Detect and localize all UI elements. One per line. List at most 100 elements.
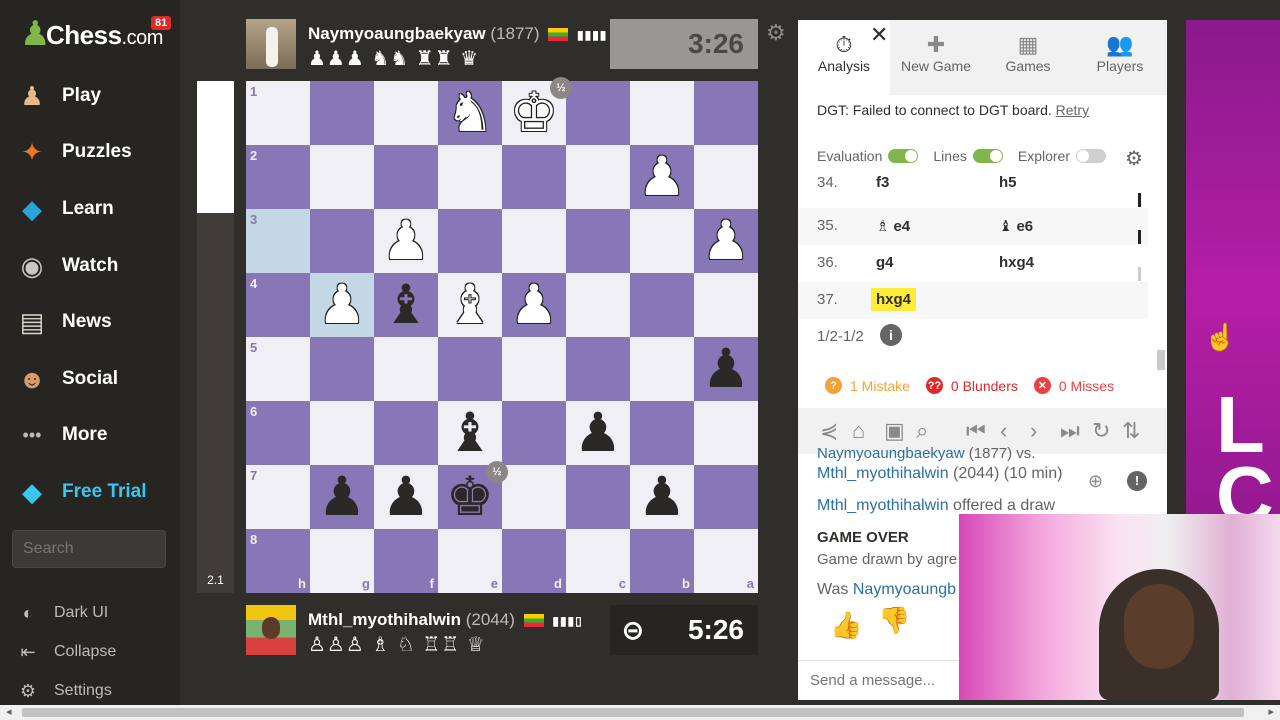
scroll-left-arrow-icon[interactable]: ◂ — [6, 705, 12, 720]
square-c2[interactable] — [566, 145, 630, 209]
share-icon[interactable]: ⋞ — [820, 418, 838, 444]
search-input[interactable] — [12, 530, 166, 568]
sidebar-item-more[interactable]: ••• More — [16, 415, 176, 455]
square-e5[interactable] — [438, 337, 502, 401]
square-g3[interactable] — [310, 209, 374, 273]
square-c5[interactable] — [566, 337, 630, 401]
square-d3[interactable] — [502, 209, 566, 273]
white-knight-piece[interactable]: ♞ — [446, 81, 494, 145]
tab-players[interactable]: 👥 Players — [1074, 20, 1166, 95]
browser-horizontal-scrollbar[interactable]: ◂ ▸ — [0, 705, 1280, 720]
tab-new-game[interactable]: ✚ New Game — [890, 20, 982, 95]
bottom-player-avatar[interactable] — [246, 605, 296, 655]
square-b4[interactable] — [630, 273, 694, 337]
notification-badge[interactable]: 81 — [151, 16, 172, 30]
sidebar-item-learn[interactable]: ◆ Learn — [16, 189, 176, 229]
report-alert-icon[interactable]: ! — [1127, 471, 1147, 491]
sidebar-item-free-trial[interactable]: ◆ Free Trial — [16, 472, 176, 512]
square-f8[interactable]: f — [374, 529, 438, 593]
white-move[interactable]: g4 — [876, 254, 894, 271]
chess-com-logo[interactable]: ♟ Chess.com 81 — [20, 14, 172, 54]
sidebar-item-news[interactable]: ▤ News — [16, 302, 176, 342]
result-info-icon[interactable]: i — [880, 324, 902, 346]
square-a4[interactable] — [694, 273, 758, 337]
add-friend-icon[interactable]: ⊕ — [1088, 471, 1103, 492]
square-f5[interactable] — [374, 337, 438, 401]
last-move-icon[interactable]: ⏭ — [1060, 418, 1080, 444]
square-h7[interactable]: 7 — [246, 465, 310, 529]
square-g7[interactable]: ♟ — [310, 465, 374, 529]
white-pawn-piece[interactable]: ♟ — [638, 145, 686, 209]
image-export-icon[interactable]: ▣ — [884, 418, 905, 444]
white-pawn-piece[interactable]: ♟ — [702, 209, 750, 273]
square-c4[interactable] — [566, 273, 630, 337]
square-e2[interactable] — [438, 145, 502, 209]
square-g2[interactable] — [310, 145, 374, 209]
square-h2[interactable]: 2 — [246, 145, 310, 209]
square-f7[interactable]: ♟ — [374, 465, 438, 529]
close-analysis-icon[interactable]: ✕ — [870, 22, 888, 48]
sidebar-item-puzzles[interactable]: ✦ Puzzles — [16, 132, 176, 172]
previous-move-icon[interactable]: ‹ — [1000, 418, 1007, 444]
square-e7[interactable]: ♚ ½ — [438, 461, 508, 529]
square-b8[interactable]: b — [630, 529, 694, 593]
white-pawn-piece[interactable]: ♟ — [510, 273, 558, 337]
square-d7[interactable] — [502, 465, 566, 529]
first-move-icon[interactable]: ⏮ — [966, 418, 986, 444]
square-h5[interactable]: 5 — [246, 337, 310, 401]
square-d4[interactable]: ♟ — [502, 273, 566, 337]
replay-icon[interactable]: ↻ — [1092, 418, 1110, 444]
square-a6[interactable] — [694, 401, 758, 465]
analyze-magnifier-icon[interactable]: ⌕ — [916, 418, 928, 444]
square-a3[interactable]: ♟ — [694, 209, 758, 273]
square-c1[interactable] — [566, 81, 630, 145]
square-a5[interactable]: ♟ — [694, 337, 758, 401]
square-d6[interactable] — [502, 401, 566, 465]
black-move[interactable]: h5 — [999, 174, 1017, 191]
top-player-avatar[interactable] — [246, 19, 296, 69]
black-pawn-piece[interactable]: ♟ — [702, 337, 750, 401]
square-g6[interactable] — [310, 401, 374, 465]
chess-board[interactable]: 1 ♞ ♚ ½ 2 ♟ 3 ♟ ♟ 4 ♟ ♝ ♝ ♟ 5 ♟ 6 ♝ ♟ 7 ♟ ♟ ♚ ½ ♟ 8 h g f e d c b a — [246, 77, 758, 593]
square-a8[interactable]: a — [694, 529, 758, 593]
museum-icon[interactable]: ⌂ — [852, 418, 865, 444]
square-f2[interactable] — [374, 145, 438, 209]
square-d5[interactable] — [502, 337, 566, 401]
square-b3[interactable] — [630, 209, 694, 273]
square-g1[interactable] — [310, 81, 374, 145]
flip-board-icon[interactable]: ⇅ — [1122, 418, 1140, 444]
black-bishop-piece[interactable]: ♝ — [382, 273, 430, 337]
square-f3[interactable]: ♟ — [374, 209, 438, 273]
square-a7[interactable] — [694, 465, 758, 529]
square-c7[interactable] — [566, 465, 630, 529]
square-f4[interactable]: ♝ — [374, 273, 438, 337]
next-move-icon[interactable]: › — [1030, 418, 1037, 444]
black-pawn-piece[interactable]: ♟ — [638, 465, 686, 529]
explorer-toggle[interactable] — [1076, 149, 1106, 163]
collapse-button[interactable]: ⇤ Collapse — [16, 638, 116, 666]
square-a1[interactable] — [694, 81, 758, 145]
square-b5[interactable] — [630, 337, 694, 401]
thumbs-up-icon[interactable]: 👍 — [830, 610, 862, 641]
black-pawn-piece[interactable]: ♟ — [382, 465, 430, 529]
thumbs-down-icon[interactable]: 👎 — [878, 605, 910, 636]
white-bishop-piece[interactable]: ♝ — [446, 273, 494, 337]
settings-link[interactable]: ⚙ Settings — [16, 677, 112, 705]
square-c3[interactable] — [566, 209, 630, 273]
square-h6[interactable]: 6 — [246, 401, 310, 465]
dark-ui-toggle[interactable]: ◐ Dark UI — [16, 599, 109, 627]
blunder-count[interactable]: ?? 0 Blunders — [925, 377, 1018, 394]
black-move[interactable]: ♝ e6 — [999, 217, 1033, 235]
square-e3[interactable] — [438, 209, 502, 273]
dgt-retry-link[interactable]: Retry — [1056, 102, 1089, 118]
square-g8[interactable]: g — [310, 529, 374, 593]
lines-toggle[interactable] — [972, 149, 1003, 163]
white-pawn-piece[interactable]: ♟ — [318, 273, 366, 337]
board-settings-gear-icon[interactable]: ⚙ — [766, 20, 786, 46]
black-pawn-piece[interactable]: ♟ — [574, 401, 622, 465]
white-move[interactable]: f3 — [876, 174, 889, 191]
square-b2[interactable]: ♟ — [630, 145, 694, 209]
square-e6[interactable]: ♝ — [438, 401, 502, 465]
square-f6[interactable] — [374, 401, 438, 465]
square-h4[interactable]: 4 — [246, 273, 310, 337]
